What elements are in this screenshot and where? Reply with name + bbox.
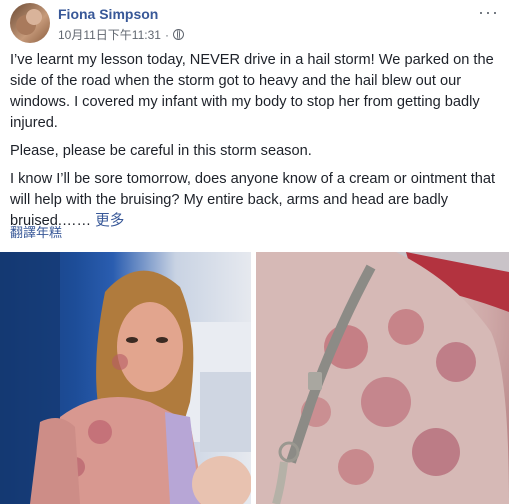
timestamp[interactable]: 10月11日下午11:31 bbox=[58, 26, 161, 43]
see-more-link[interactable]: 更多 bbox=[95, 213, 124, 229]
post-paragraph-3-text: I know I’ll be sore tomorrow, does anyon… bbox=[10, 171, 496, 229]
post-paragraph-1: I’ve learnt my lesson today, NEVER drive… bbox=[10, 52, 494, 131]
photo-grid bbox=[0, 252, 509, 504]
post-text: I’ve learnt my lesson today, NEVER drive… bbox=[10, 50, 500, 239]
post-header: Fiona Simpson 10月11日下午11:31 · ··· bbox=[0, 0, 509, 48]
meta-separator: · bbox=[164, 27, 169, 42]
photo-woman-injured[interactable] bbox=[0, 252, 251, 504]
more-options-icon[interactable]: ··· bbox=[478, 2, 499, 23]
post-paragraph-3: I know I’ll be sore tomorrow, does anyon… bbox=[10, 169, 500, 232]
globe-icon bbox=[172, 29, 184, 40]
avatar[interactable] bbox=[10, 3, 50, 43]
photo-bruised-back[interactable] bbox=[256, 252, 509, 504]
post-paragraph-2: Please, please be careful in this storm … bbox=[10, 143, 312, 159]
translate-link[interactable]: 翻譯年糕 bbox=[10, 222, 62, 241]
post-meta: 10月11日下午11:31 · bbox=[58, 26, 184, 43]
author-name[interactable]: Fiona Simpson bbox=[58, 6, 158, 22]
